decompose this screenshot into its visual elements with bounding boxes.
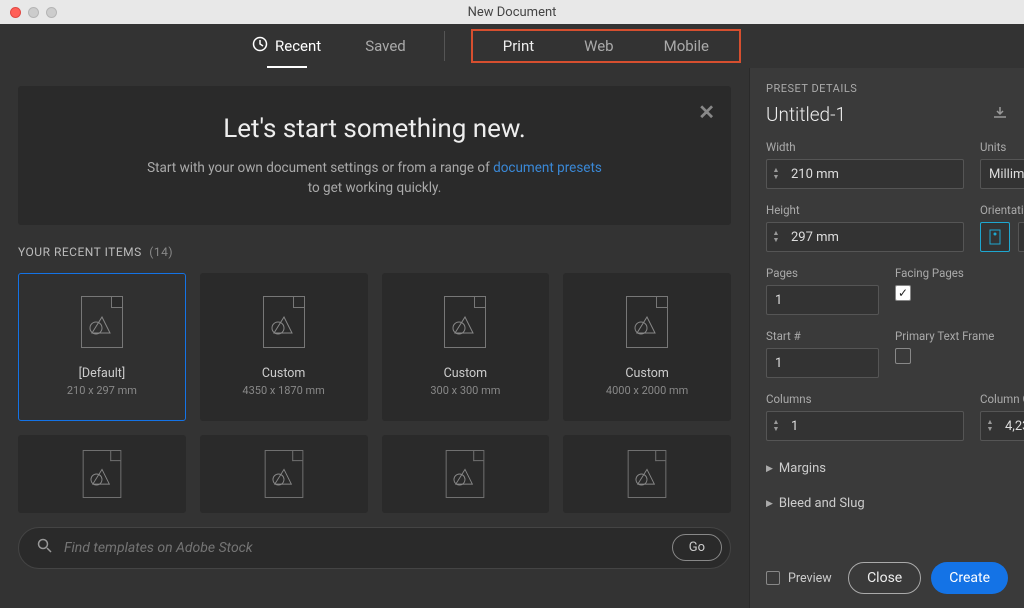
close-icon[interactable]: ✕ [698,100,715,124]
recent-presets-grid-row2 [18,435,731,513]
hero-title: Let's start something new. [38,114,711,144]
recent-presets-grid: [Default] 210 x 297 mm Custom 4350 x 187… [18,273,731,421]
pages-label: Pages [766,266,879,280]
window-title: New Document [468,5,557,20]
main-area: ✕ Let's start something new. Start with … [0,68,749,608]
stepper-icon[interactable]: ▲▼ [981,417,999,435]
pages-input[interactable] [767,286,878,314]
close-button[interactable]: Close [848,562,921,594]
margins-section-toggle[interactable]: ▶ Margins [766,461,1008,476]
pages-field[interactable] [766,285,879,315]
zoom-window-button[interactable] [46,7,57,18]
tab-mobile[interactable]: Mobile [639,29,734,63]
document-icon [264,450,303,498]
preview-label: Preview [788,571,832,586]
document-presets-link[interactable]: document presets [493,160,602,176]
gutter-input[interactable] [999,419,1024,434]
tab-print[interactable]: Print [478,29,559,63]
tab-web[interactable]: Web [559,29,638,63]
tab-recent-label: Recent [275,37,321,55]
minimize-window-button[interactable] [28,7,39,18]
chevron-right-icon: ▶ [766,499,773,509]
go-button[interactable]: Go [672,534,722,561]
preset-details-panel: PRESET DETAILS Untitled-1 Width ▲▼ Units… [749,68,1024,608]
start-label: Start # [766,329,879,343]
document-icon [444,296,486,348]
stock-search-input[interactable] [64,540,660,556]
document-icon [263,296,305,348]
units-label: Units [980,140,1024,154]
preset-custom-2[interactable]: Custom 300 x 300 mm [382,273,550,421]
window-controls [10,7,57,18]
width-input[interactable] [785,167,963,182]
height-input[interactable] [785,230,963,245]
chevron-right-icon: ▶ [766,464,773,474]
start-input[interactable] [767,349,878,377]
preset-row2-3[interactable] [382,435,550,513]
preset-row2-4[interactable] [563,435,731,513]
width-label: Width [766,140,964,154]
bleed-slug-section-toggle[interactable]: ▶ Bleed and Slug [766,496,1008,511]
create-button[interactable]: Create [931,562,1008,594]
facing-pages-label: Facing Pages [895,266,1008,280]
gutter-label: Column Gutter [980,392,1024,406]
doc-type-tabs-highlight: Print Web Mobile [471,29,741,63]
width-field[interactable]: ▲▼ [766,159,964,189]
columns-input[interactable] [785,419,963,434]
titlebar: New Document [0,0,1024,24]
hero-subtitle: Start with your own document settings or… [38,158,711,199]
stepper-icon[interactable]: ▲▼ [767,165,785,183]
header-tabs: Recent Saved Print Web Mobile [0,24,1024,68]
document-icon [446,450,485,498]
height-label: Height [766,203,964,217]
tab-saved[interactable]: Saved [343,24,428,68]
units-select[interactable]: Millimeters ⌄ [980,159,1024,189]
columns-label: Columns [766,392,964,406]
preset-row2-1[interactable] [18,435,186,513]
tab-print-label: Print [503,37,534,55]
stepper-icon[interactable]: ▲▼ [767,417,785,435]
preview-checkbox[interactable] [766,571,780,585]
document-icon [628,450,667,498]
height-field[interactable]: ▲▼ [766,222,964,252]
tab-recent[interactable]: Recent [230,24,343,68]
document-icon [83,450,122,498]
stock-search-bar: Go [18,527,731,569]
close-window-button[interactable] [10,7,21,18]
recent-items-heading: YOUR RECENT ITEMS (14) [18,245,731,259]
preset-row2-2[interactable] [200,435,368,513]
recent-icon [252,36,268,56]
search-icon [37,538,52,557]
stepper-icon[interactable]: ▲▼ [767,228,785,246]
document-name[interactable]: Untitled-1 [766,103,846,126]
primary-text-frame-checkbox[interactable] [895,348,911,364]
primary-text-frame-label: Primary Text Frame [895,329,1008,343]
columns-field[interactable]: ▲▼ [766,411,964,441]
download-preset-icon[interactable] [992,106,1008,124]
gutter-field[interactable]: ▲▼ [980,411,1024,441]
preset-custom-3[interactable]: Custom 4000 x 2000 mm [563,273,731,421]
tab-mobile-label: Mobile [664,37,709,55]
tab-saved-label: Saved [365,37,406,55]
hero-banner: ✕ Let's start something new. Start with … [18,86,731,225]
tab-divider [444,31,445,61]
orientation-portrait-button[interactable] [980,222,1010,252]
panel-title: PRESET DETAILS [766,82,1008,95]
preset-custom-1[interactable]: Custom 4350 x 1870 mm [200,273,368,421]
document-icon [81,296,123,348]
tab-web-label: Web [584,37,613,55]
preset-default[interactable]: [Default] 210 x 297 mm [18,273,186,421]
start-field[interactable] [766,348,879,378]
orientation-landscape-button[interactable] [1018,222,1024,252]
orientation-label: Orientation [980,203,1024,217]
facing-pages-checkbox[interactable]: ✓ [895,285,911,301]
document-icon [626,296,668,348]
